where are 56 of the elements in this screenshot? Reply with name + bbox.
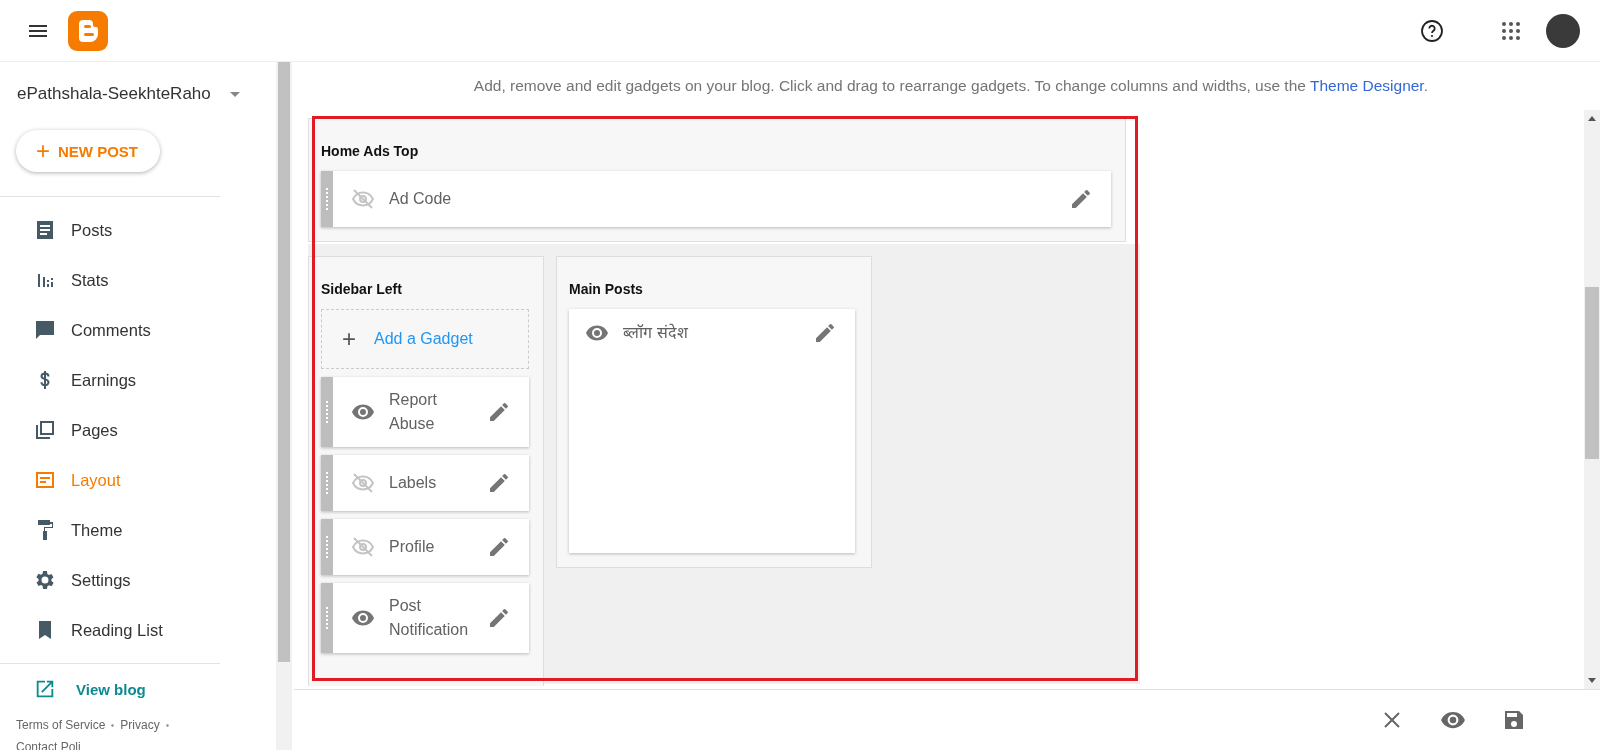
save-icon[interactable] <box>1502 708 1526 732</box>
add-gadget-button[interactable]: + Add a Gadget <box>321 309 529 369</box>
edit-icon[interactable] <box>1069 187 1093 211</box>
footer-link[interactable]: Terms of Service <box>16 718 106 732</box>
gadget-name: Ad Code <box>389 189 453 209</box>
avatar[interactable] <box>1546 13 1580 48</box>
gadget-card[interactable]: Labels <box>321 455 529 511</box>
pages-icon <box>33 418 57 442</box>
nav-item[interactable]: Earnings <box>0 355 276 405</box>
nav-item[interactable]: Pages <box>0 405 276 455</box>
scroll-down-arrow-icon[interactable] <box>1588 678 1596 683</box>
gadget-card[interactable]: Ad Code <box>321 171 1111 227</box>
intro-text: Add, remove and edit gadgets on your blog. Click and drag to rearrange gadgets. To change columns and widths, use the Theme Designer. <box>472 76 1429 96</box>
drag-handle[interactable] <box>321 455 333 511</box>
drag-handle[interactable] <box>321 171 333 227</box>
gadget-name: Report Abuse <box>389 390 439 434</box>
plus-icon: + <box>342 325 356 353</box>
scrollbar[interactable] <box>276 62 292 750</box>
gadget-name: ब्लॉग संदेश <box>623 322 690 344</box>
dropdown-caret-icon <box>230 91 240 97</box>
footer-link[interactable]: Privacy <box>120 718 160 732</box>
gadget-name: Post Notification <box>389 596 470 640</box>
drag-handle[interactable] <box>321 519 333 575</box>
external-link-icon <box>34 678 56 700</box>
edit-icon[interactable] <box>487 400 511 424</box>
drag-handle[interactable] <box>321 583 333 653</box>
edit-icon[interactable] <box>813 321 837 345</box>
section-title: Sidebar Left <box>321 280 403 297</box>
blogger-logo[interactable] <box>68 10 108 51</box>
edit-icon[interactable] <box>487 606 511 630</box>
apps-grid-icon[interactable] <box>1502 21 1520 40</box>
comment-icon <box>33 318 57 342</box>
nav-item[interactable]: Posts <box>0 205 276 255</box>
section-title: Home Ads Top <box>321 142 420 159</box>
nav-item[interactable]: Settings <box>0 555 276 605</box>
nav-item[interactable]: Theme <box>0 505 276 555</box>
theme-designer-link[interactable]: Theme Designer <box>1309 77 1424 94</box>
gadget-card[interactable]: Report Abuse <box>321 377 529 447</box>
edit-icon[interactable] <box>487 471 511 495</box>
gadget-card[interactable]: Profile <box>321 519 529 575</box>
nav-item[interactable]: Comments <box>0 305 276 355</box>
section-title: Main Posts <box>569 280 644 297</box>
separator-dot <box>111 724 115 727</box>
separator-dot <box>165 724 169 727</box>
help-icon[interactable] <box>1420 18 1444 43</box>
blog-selector[interactable]: ePathshala-SeekhteRaho <box>0 62 276 104</box>
scroll-up-arrow-icon[interactable] <box>1588 116 1596 121</box>
view-blog-link[interactable]: View blog <box>0 664 276 700</box>
nav-item[interactable]: Reading List <box>0 605 276 655</box>
drag-handle[interactable] <box>321 377 333 447</box>
gadget-card[interactable]: ब्लॉग संदेश <box>569 309 855 553</box>
gadget-name: Labels <box>389 473 438 493</box>
edit-icon[interactable] <box>487 535 511 559</box>
nav-item[interactable]: Stats <box>0 255 276 305</box>
gadget-card[interactable]: Post Notification <box>321 583 529 653</box>
gadget-name: Profile <box>389 537 436 557</box>
